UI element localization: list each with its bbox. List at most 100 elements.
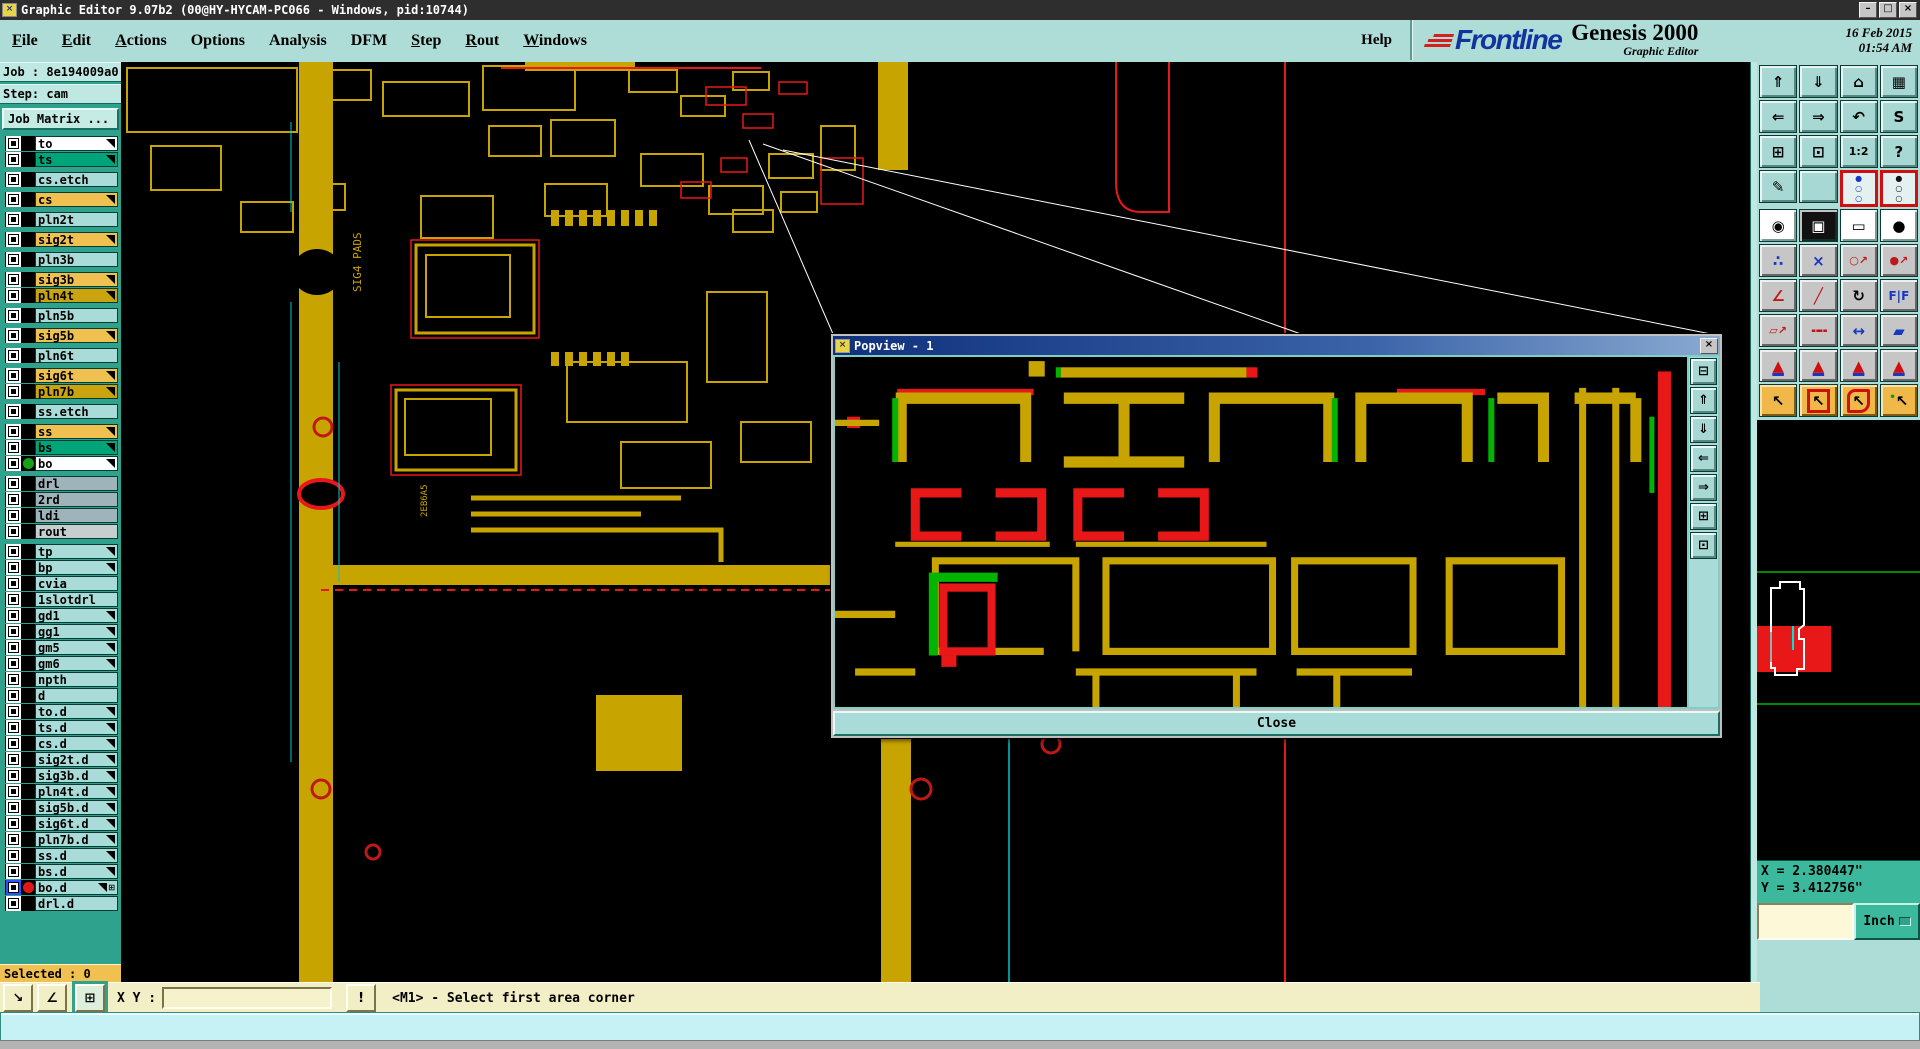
layer-context-arrow-icon[interactable] [106,547,115,556]
layer-plate[interactable]: cvia [35,576,118,591]
layer-plate[interactable]: 1slotdrl [35,592,118,607]
layer-plate[interactable]: ts.d [35,720,118,735]
layer-checkbox[interactable] [6,816,21,831]
layer-traffic-dark-button[interactable]: ●○○ [1879,170,1918,207]
move-entity-button[interactable]: ●↗ [1879,244,1918,277]
layer-checkbox[interactable] [6,640,21,655]
layer-checkbox[interactable] [6,308,21,323]
layer-context-arrow-icon[interactable] [106,659,115,668]
rotate-button[interactable]: ↻ [1839,279,1878,312]
layer-context-arrow-icon[interactable] [106,771,115,780]
layer-context-arrow-icon[interactable] [106,427,115,436]
layer-checkbox[interactable] [6,656,21,671]
menu-item-options[interactable]: Options [191,32,245,50]
layer-checkbox[interactable] [6,672,21,687]
help-query-button[interactable]: ? [1879,135,1918,168]
layer-checkbox[interactable] [6,784,21,799]
layer-context-arrow-icon[interactable] [106,867,115,876]
layer-plate[interactable]: 2rd [35,492,118,507]
units-button[interactable]: Inch [1854,903,1920,940]
layer-checkbox[interactable] [6,832,21,847]
popview-titlebar[interactable]: × Popview - 1 × [833,336,1720,355]
layer-checkbox[interactable] [6,272,21,287]
popview-close-x-button[interactable]: × [1700,337,1718,354]
layer-plate[interactable]: ss [35,424,118,439]
dashed-line-button[interactable]: ╍╍ [1799,314,1838,347]
layer-checkbox[interactable] [6,252,21,267]
layer-checkbox[interactable] [6,368,21,383]
slope-measure-button[interactable]: ╱ [1799,279,1838,312]
layer-plate[interactable]: npth [35,672,118,687]
layer-plate[interactable]: ss.d [35,848,118,863]
xy-input[interactable] [162,987,333,1009]
layer-context-arrow-icon[interactable] [106,195,115,204]
layer-traffic-blue-button[interactable]: ●○○ [1839,170,1878,207]
layer-plate[interactable]: bs.d [35,864,118,879]
setup-tools-button[interactable]: ✎ [1759,170,1798,203]
layer-checkbox[interactable] [6,424,21,439]
layer-plate[interactable]: gm6 [35,656,118,671]
maximize-button[interactable]: □ [1879,2,1897,18]
layer-checkbox[interactable] [6,508,21,523]
menu-item-actions[interactable]: Actions [115,32,167,50]
layer-context-arrow-icon[interactable] [106,235,115,244]
layer-context-arrow-icon[interactable] [98,883,108,892]
layer-checkbox[interactable] [6,404,21,419]
menu-item-rout[interactable]: Rout [465,32,499,50]
layer-context-arrow-icon[interactable] [106,723,115,732]
layer-context-arrow-icon[interactable] [106,835,115,844]
layer-checkbox[interactable] [6,576,21,591]
layer-checkbox[interactable] [6,592,21,607]
cursor-lasso-button[interactable]: ↖ [1839,384,1878,417]
layer-context-arrow-icon[interactable] [106,371,115,380]
s-route-button[interactable]: S [1879,100,1918,133]
previous-view-button[interactable]: ↶ [1839,100,1878,133]
layer-checkbox[interactable] [6,608,21,623]
layer-checkbox[interactable] [6,704,21,719]
layer-context-arrow-icon[interactable] [106,755,115,764]
layer-checkbox[interactable] [6,896,21,911]
layer-checkbox[interactable] [6,720,21,735]
layer-checkbox[interactable] [6,136,21,151]
popview-canvas[interactable] [835,357,1687,707]
popview-pan-left-button[interactable]: ⇐ [1690,445,1717,472]
layer-checkbox[interactable] [6,232,21,247]
layer-plate[interactable]: pln6t [35,348,118,363]
grid-toggle-button[interactable]: ⊞ [72,981,108,1015]
close-button[interactable]: × [1899,2,1917,18]
ruler-button[interactable]: ▭ [1839,209,1878,242]
layer-plate[interactable]: ldi [35,508,118,523]
layer-context-arrow-icon[interactable] [106,819,115,828]
triangle-ticks-button[interactable]: ▲ [1879,349,1918,382]
layer-plate[interactable]: sig5b.d [35,800,118,815]
popview-detach-button[interactable]: ⊟ [1690,358,1717,385]
surface-union-button[interactable]: ▰ [1879,314,1918,347]
layer-plate[interactable]: tp [35,544,118,559]
layer-context-arrow-icon[interactable] [106,275,115,284]
triangle-peak-button[interactable]: ▲ [1799,349,1838,382]
popview-pan-right-button[interactable]: ⇒ [1690,474,1717,501]
layer-plate[interactable]: sig5b [35,328,118,343]
layer-context-arrow-icon[interactable] [106,387,115,396]
pan-right-button[interactable]: ⇒ [1799,100,1838,133]
layer-plate[interactable]: bs [35,440,118,455]
layer-checkbox[interactable] [6,384,21,399]
layer-plate[interactable]: bo [35,456,118,471]
layer-plate[interactable]: cs.etch [35,172,118,187]
layer-checkbox[interactable] [6,192,21,207]
layer-checkbox[interactable] [6,212,21,227]
paste-up-button[interactable]: ⇑ [1759,65,1798,98]
layer-plate[interactable]: pln5b [35,308,118,323]
layer-plate[interactable]: pln4t.d [35,784,118,799]
layer-plate[interactable]: drl [35,476,118,491]
layer-context-arrow-icon[interactable] [106,643,115,652]
layer-context-arrow-icon[interactable] [106,707,115,716]
job-matrix-button[interactable]: Job Matrix ... [2,108,119,130]
minimap[interactable] [1757,420,1920,860]
layer-plate[interactable]: gd1 [35,608,118,623]
copy-entity-button[interactable]: ○↗ [1839,244,1878,277]
select-pad-button[interactable]: ● [1879,209,1918,242]
pan-left-button[interactable]: ⇐ [1759,100,1798,133]
layer-context-arrow-icon[interactable] [106,139,115,148]
mirror-button[interactable]: F|F [1879,279,1918,312]
